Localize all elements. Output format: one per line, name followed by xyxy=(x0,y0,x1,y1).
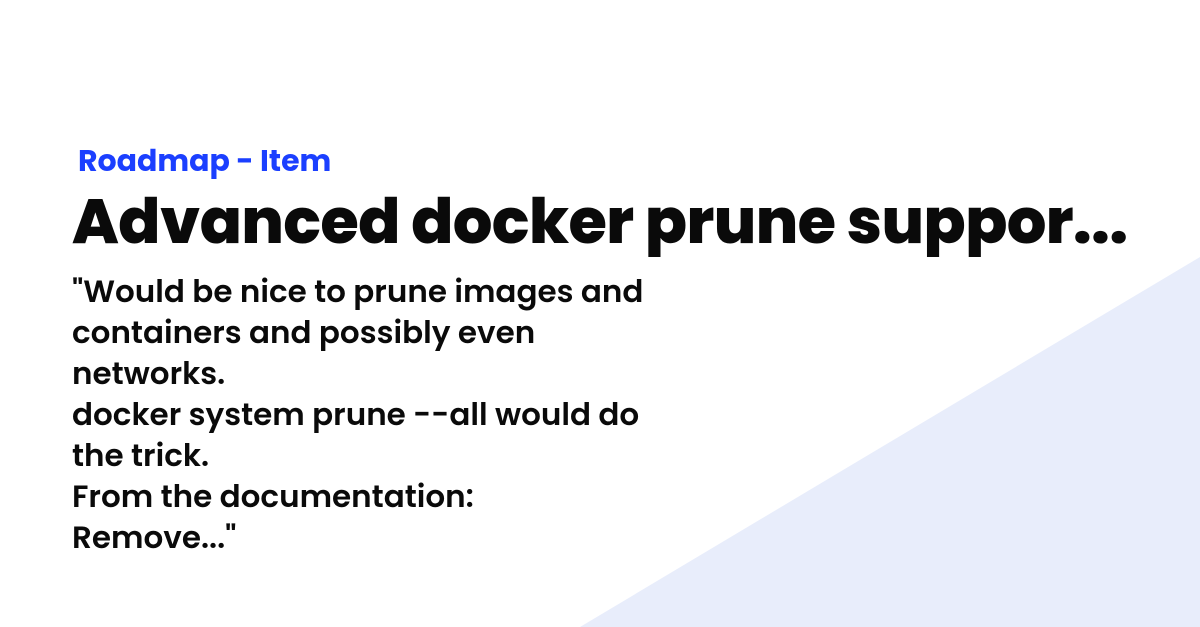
breadcrumb: Roadmap - Item xyxy=(72,138,1128,184)
content-container: Roadmap - Item Advanced docker prune sup… xyxy=(0,0,1200,558)
item-description: "Would be nice to prune images and conta… xyxy=(72,271,672,557)
page-title: Advanced docker prune suppor... xyxy=(72,186,1128,257)
